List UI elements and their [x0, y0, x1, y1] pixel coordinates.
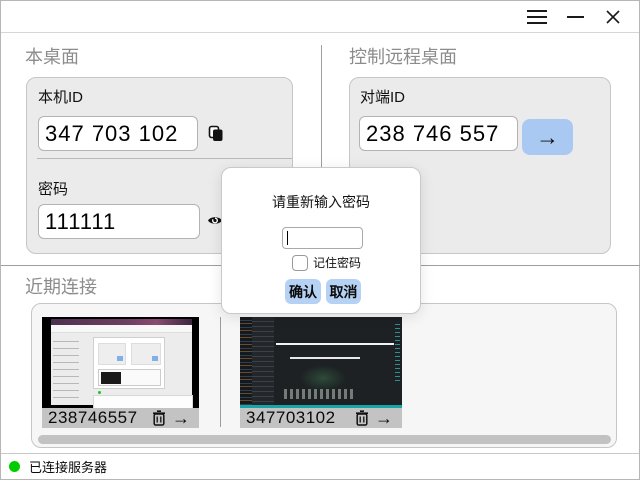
- local-section-heading: 本桌面: [25, 43, 79, 69]
- thumb-lower-panel: [93, 395, 193, 408]
- thumb-code-glow: [300, 365, 346, 391]
- delete-recent-button[interactable]: [352, 410, 372, 426]
- recent-connection-id: 238746557: [48, 408, 149, 428]
- titlebar: [1, 1, 639, 33]
- thumb-editor-screenshot: [240, 317, 402, 405]
- peer-id-label: 对端ID: [360, 86, 405, 107]
- password-dialog: 请重新输入密码 记住密码 确认 取消: [221, 167, 421, 314]
- connection-status-text: 已连接服务器: [29, 457, 107, 476]
- thumb-window-line: [276, 343, 394, 345]
- remember-password-checkbox[interactable]: [292, 255, 308, 271]
- connection-status-icon: [9, 461, 20, 472]
- copy-icon: [207, 125, 224, 142]
- status-bar: 已连接服务器: [1, 453, 639, 479]
- thumb-activity-bar: [240, 317, 252, 405]
- delete-recent-button[interactable]: [149, 410, 169, 426]
- trash-icon: [355, 410, 369, 426]
- trash-icon: [152, 410, 166, 426]
- card-divider: [37, 158, 292, 159]
- minimize-icon: [567, 16, 584, 18]
- hamburger-icon: [527, 10, 547, 24]
- recent-horizontal-scrollbar[interactable]: [38, 435, 611, 444]
- close-icon: [605, 9, 621, 25]
- close-button[interactable]: [595, 1, 631, 33]
- copy-id-button[interactable]: [207, 125, 224, 142]
- thumb-browser-toolbar: [51, 325, 192, 333]
- remote-section-heading: 控制远程桌面: [349, 43, 457, 69]
- thumb-sidebar-text: [53, 337, 79, 403]
- thumb-mini-status-dot: [98, 391, 101, 394]
- menu-button[interactable]: [519, 1, 555, 33]
- thumbnail-divider: [220, 317, 221, 427]
- connect-button[interactable]: →: [522, 119, 573, 155]
- recent-connection-item[interactable]: 238746557 →: [42, 317, 199, 428]
- thumb-app-panel: [93, 337, 165, 389]
- remember-password-option[interactable]: 记住密码: [292, 254, 361, 271]
- recent-thumbnail-image[interactable]: [42, 317, 199, 408]
- recent-connection-bar: 347703102 →: [240, 408, 402, 428]
- recent-section-heading: 近期连接: [25, 273, 97, 299]
- thumb-minimap: [395, 321, 400, 381]
- minimize-button[interactable]: [557, 1, 593, 33]
- recent-connection-item[interactable]: 347703102 →: [240, 317, 402, 428]
- thumb-desktop-screenshot: [51, 319, 192, 405]
- arrow-right-icon: →: [536, 124, 559, 150]
- thumb-file-tree: [252, 317, 274, 405]
- thumb-mini-recent: [98, 369, 161, 386]
- local-id-label: 本机ID: [38, 86, 83, 107]
- local-id-input[interactable]: [38, 116, 198, 151]
- dialog-password-input[interactable]: [282, 227, 363, 249]
- recent-connection-id: 347703102: [246, 408, 352, 428]
- arrow-right-icon: →: [375, 408, 393, 428]
- thumb-mini-card: [98, 343, 126, 365]
- remember-password-label: 记住密码: [313, 254, 361, 271]
- peer-id-input[interactable]: [359, 116, 518, 151]
- dialog-title: 请重新输入密码: [222, 192, 420, 212]
- thumb-mini-card: [131, 343, 161, 365]
- arrow-right-icon: →: [172, 408, 190, 428]
- cancel-button[interactable]: 取消: [326, 279, 361, 304]
- recent-thumbnail-image[interactable]: [240, 317, 402, 408]
- password-input[interactable]: [38, 204, 200, 239]
- recent-connections-card: 238746557 →: [31, 303, 617, 448]
- password-label: 密码: [38, 178, 68, 199]
- confirm-button[interactable]: 确认: [285, 279, 321, 304]
- thumb-text-lines: [284, 389, 354, 399]
- recent-connection-bar: 238746557 →: [42, 408, 199, 428]
- text-caret: [287, 231, 288, 245]
- thumb-window-line: [290, 357, 360, 359]
